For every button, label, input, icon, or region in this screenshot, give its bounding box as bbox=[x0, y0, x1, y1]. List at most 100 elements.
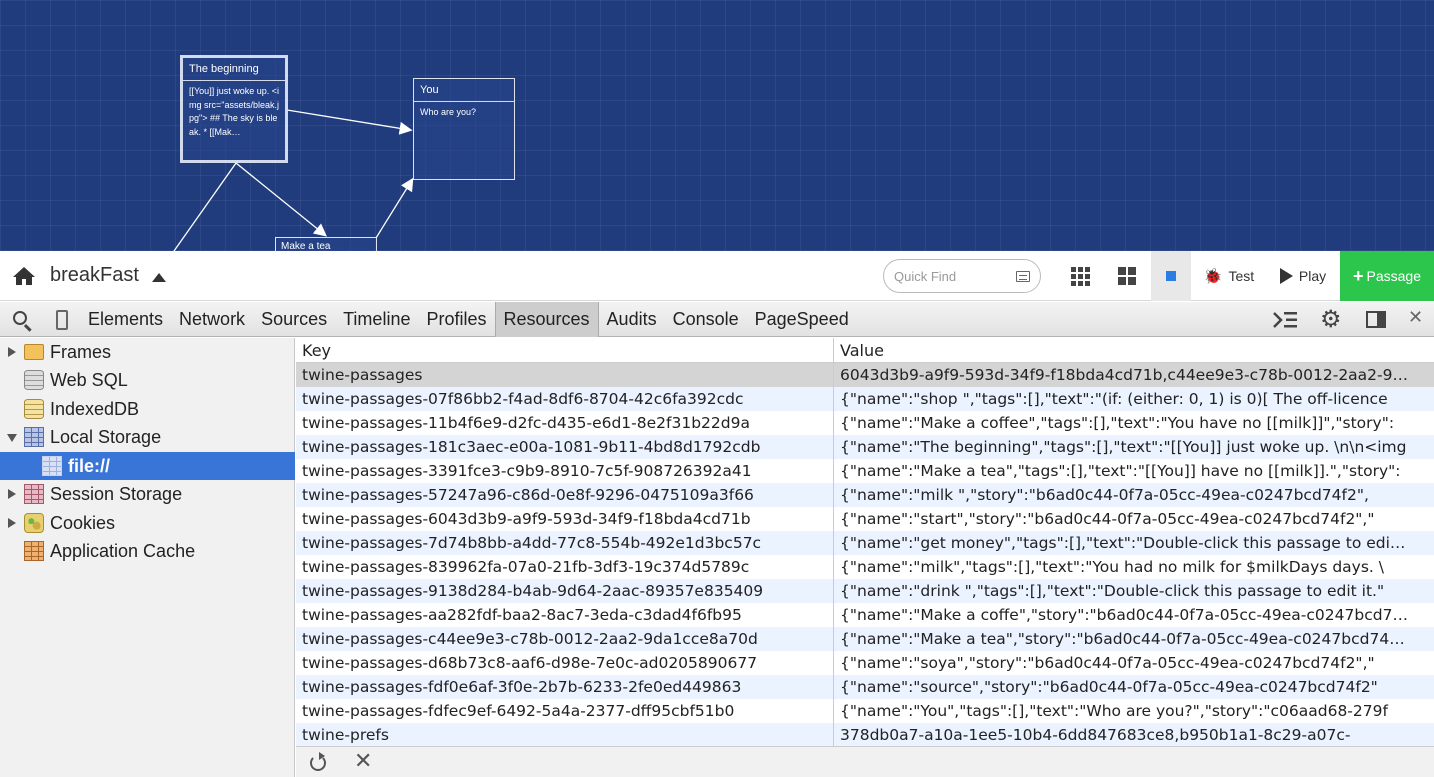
expand-arrow-icon[interactable] bbox=[8, 489, 16, 499]
row-value-cell[interactable]: {"name":"Make a tea","tags":[],"text":"[… bbox=[840, 462, 1408, 480]
row-value-cell[interactable]: {"name":"Make a coffe","story":"b6ad0c44… bbox=[840, 606, 1408, 624]
row-key-cell[interactable]: twine-passages-9138d284-b4ab-9d64-2aac-8… bbox=[302, 582, 830, 600]
row-key-cell[interactable]: twine-passages-7d74b8bb-a4dd-77c8-554b-4… bbox=[302, 534, 830, 552]
storage-table-icon bbox=[42, 456, 62, 476]
sidebar-item-application-cache[interactable]: Application Cache bbox=[0, 537, 295, 565]
table-row[interactable]: twine-passages-fdf0e6af-3f0e-2b7b-6233-2… bbox=[296, 675, 1434, 699]
sidebar-item-frames[interactable]: Frames bbox=[0, 338, 295, 366]
tab-timeline[interactable]: Timeline bbox=[335, 302, 418, 337]
row-key-cell[interactable]: twine-passages-181c3aec-e00a-1081-9b11-4… bbox=[302, 438, 830, 456]
row-value-cell[interactable]: {"name":"Make a coffee","tags":[],"text"… bbox=[840, 414, 1408, 432]
story-menu-caret-icon[interactable] bbox=[152, 273, 166, 282]
refresh-icon[interactable] bbox=[310, 752, 326, 771]
table-row[interactable]: twine-passages-839962fa-07a0-21fb-3df3-1… bbox=[296, 555, 1434, 579]
settings-gear-icon[interactable]: ⚙ bbox=[1320, 308, 1342, 332]
grid-status-bar: ✕ bbox=[296, 746, 1434, 777]
test-button[interactable]: 🐞 Test bbox=[1196, 251, 1262, 301]
table-row[interactable]: twine-passages-fdfec9ef-6492-5a4a-2377-d… bbox=[296, 699, 1434, 723]
row-key-cell[interactable]: twine-passages-6043d3b9-a9f9-593d-34f9-f… bbox=[302, 510, 830, 528]
row-value-cell[interactable]: {"name":"start","story":"b6ad0c44-0f7a-0… bbox=[840, 510, 1408, 528]
table-row[interactable]: twine-passages-aa282fdf-baa2-8ac7-3eda-c… bbox=[296, 603, 1434, 627]
row-value-cell[interactable]: {"name":"soya","story":"b6ad0c44-0f7a-05… bbox=[840, 654, 1408, 672]
row-value-cell[interactable]: {"name":"milk ","story":"b6ad0c44-0f7a-0… bbox=[840, 486, 1408, 504]
table-row[interactable]: twine-passages-07f86bb2-f4ad-8df6-8704-4… bbox=[296, 387, 1434, 411]
sidebar-item-session-storage[interactable]: Session Storage bbox=[0, 480, 295, 508]
row-value-cell[interactable]: {"name":"milk","tags":[],"text":"You had… bbox=[840, 558, 1408, 576]
tab-console[interactable]: Console bbox=[665, 302, 747, 337]
passage-card-you[interactable]: You Who are you? bbox=[413, 78, 515, 180]
show-drawer-icon[interactable] bbox=[1273, 311, 1297, 329]
table-row[interactable]: twine-prefs 378db0a7-a10a-1ee5-10b4-6dd84… bbox=[296, 723, 1434, 746]
sidebar-item-file-origin[interactable]: file:// bbox=[0, 452, 295, 480]
device-mode-icon[interactable] bbox=[56, 310, 68, 330]
column-divider[interactable] bbox=[833, 338, 834, 746]
row-key-cell[interactable]: twine-passages bbox=[302, 366, 830, 384]
passage-card-make-tea[interactable]: Make a tea bbox=[275, 237, 377, 251]
tab-resources[interactable]: Resources bbox=[494, 302, 599, 337]
zoom-medium-button[interactable] bbox=[1105, 251, 1149, 301]
row-key-cell[interactable]: twine-passages-11b4f6e9-d2fc-d435-e6d1-8… bbox=[302, 414, 830, 432]
search-icon[interactable] bbox=[13, 311, 27, 325]
tab-pagespeed[interactable]: PageSpeed bbox=[747, 302, 857, 337]
story-map-canvas[interactable]: The beginning [[You]] just woke up. <img… bbox=[0, 0, 1434, 251]
close-icon[interactable]: ✕ bbox=[1408, 307, 1423, 328]
row-value-cell[interactable]: {"name":"drink ","tags":[],"text":"Doubl… bbox=[840, 582, 1408, 600]
row-key-cell[interactable]: twine-prefs bbox=[302, 726, 830, 744]
table-row[interactable]: twine-passages-11b4f6e9-d2fc-d435-e6d1-8… bbox=[296, 411, 1434, 435]
tab-audits[interactable]: Audits bbox=[599, 302, 665, 337]
row-value-cell[interactable]: {"name":"source","story":"b6ad0c44-0f7a-… bbox=[840, 678, 1408, 696]
row-key-cell[interactable]: twine-passages-c44ee9e3-c78b-0012-2aa2-9… bbox=[302, 630, 830, 648]
tab-profiles[interactable]: Profiles bbox=[418, 302, 494, 337]
row-value-cell[interactable]: 378db0a7-a10a-1ee5-10b4-6dd847683ce8,b95… bbox=[840, 726, 1408, 744]
table-row[interactable]: twine-passages-9138d284-b4ab-9d64-2aac-8… bbox=[296, 579, 1434, 603]
row-key-cell[interactable]: twine-passages-d68b73c8-aaf6-d98e-7e0c-a… bbox=[302, 654, 830, 672]
row-key-cell[interactable]: twine-passages-fdfec9ef-6492-5a4a-2377-d… bbox=[302, 702, 830, 720]
table-row[interactable]: twine-passages-3391fce3-c9b9-8910-7c5f-9… bbox=[296, 459, 1434, 483]
tab-sources[interactable]: Sources bbox=[253, 302, 335, 337]
row-key-cell[interactable]: twine-passages-57247a96-c86d-0e8f-9296-0… bbox=[302, 486, 830, 504]
highlight-field-icon[interactable] bbox=[1016, 271, 1030, 282]
row-key-cell[interactable]: twine-passages-07f86bb2-f4ad-8df6-8704-4… bbox=[302, 390, 830, 408]
table-row[interactable]: twine-passages 6043d3b9-a9f9-593d-34f9-f1… bbox=[296, 363, 1434, 387]
row-key-cell[interactable]: twine-passages-fdf0e6af-3f0e-2b7b-6233-2… bbox=[302, 678, 830, 696]
row-key-cell[interactable]: twine-passages-839962fa-07a0-21fb-3df3-1… bbox=[302, 558, 830, 576]
sidebar-item-local-storage[interactable]: Local Storage bbox=[0, 423, 295, 451]
sidebar-item-label: Session Storage bbox=[50, 483, 183, 504]
table-row[interactable]: twine-passages-6043d3b9-a9f9-593d-34f9-f… bbox=[296, 507, 1434, 531]
collapse-arrow-icon[interactable] bbox=[7, 434, 17, 442]
row-key-cell[interactable]: twine-passages-aa282fdf-baa2-8ac7-3eda-c… bbox=[302, 606, 830, 624]
row-value-cell[interactable]: 6043d3b9-a9f9-593d-34f9-f18bda4cd71b,c44… bbox=[840, 366, 1408, 384]
row-key-cell[interactable]: twine-passages-3391fce3-c9b9-8910-7c5f-9… bbox=[302, 462, 830, 480]
row-value-cell[interactable]: {"name":"Make a tea","story":"b6ad0c44-0… bbox=[840, 630, 1408, 648]
expand-arrow-icon[interactable] bbox=[8, 347, 16, 357]
plus-icon: + bbox=[1353, 265, 1364, 286]
expand-arrow-icon[interactable] bbox=[8, 518, 16, 528]
delete-icon[interactable]: ✕ bbox=[354, 751, 372, 773]
table-row[interactable]: twine-passages-57247a96-c86d-0e8f-9296-0… bbox=[296, 483, 1434, 507]
table-row[interactable]: twine-passages-181c3aec-e00a-1081-9b11-4… bbox=[296, 435, 1434, 459]
key-column-header[interactable]: Key bbox=[302, 341, 331, 360]
story-title[interactable]: breakFast bbox=[50, 264, 139, 287]
table-row[interactable]: twine-passages-c44ee9e3-c78b-0012-2aa2-9… bbox=[296, 627, 1434, 651]
sidebar-item-cookies[interactable]: Cookies bbox=[0, 509, 295, 537]
row-value-cell[interactable]: {"name":"You","tags":[],"text":"Who are … bbox=[840, 702, 1408, 720]
passage-card-beginning[interactable]: The beginning [[You]] just woke up. <img… bbox=[180, 55, 288, 163]
row-value-cell[interactable]: {"name":"get money","tags":[],"text":"Do… bbox=[840, 534, 1408, 552]
home-icon[interactable] bbox=[12, 266, 36, 286]
add-passage-button[interactable]: + Passage bbox=[1340, 251, 1434, 301]
sidebar-item-indexeddb[interactable]: IndexedDB bbox=[0, 395, 295, 423]
table-row[interactable]: twine-passages-d68b73c8-aaf6-d98e-7e0c-a… bbox=[296, 651, 1434, 675]
value-column-header[interactable]: Value bbox=[840, 341, 884, 360]
play-button[interactable]: Play bbox=[1270, 251, 1336, 301]
tab-elements[interactable]: Elements bbox=[80, 302, 171, 337]
passage-title: Make a tea bbox=[276, 238, 376, 251]
quick-find-input[interactable]: Quick Find bbox=[883, 259, 1041, 293]
dock-side-icon[interactable] bbox=[1366, 311, 1386, 328]
row-value-cell[interactable]: {"name":"The beginning","tags":[],"text"… bbox=[840, 438, 1408, 456]
zoom-titles-button[interactable] bbox=[1058, 251, 1102, 301]
table-row[interactable]: twine-passages-7d74b8bb-a4dd-77c8-554b-4… bbox=[296, 531, 1434, 555]
tab-network[interactable]: Network bbox=[171, 302, 253, 337]
row-value-cell[interactable]: {"name":"shop ","tags":[],"text":"(if: (… bbox=[840, 390, 1408, 408]
zoom-full-button[interactable] bbox=[1151, 251, 1191, 301]
sidebar-item-web-sql[interactable]: Web SQL bbox=[0, 366, 295, 394]
